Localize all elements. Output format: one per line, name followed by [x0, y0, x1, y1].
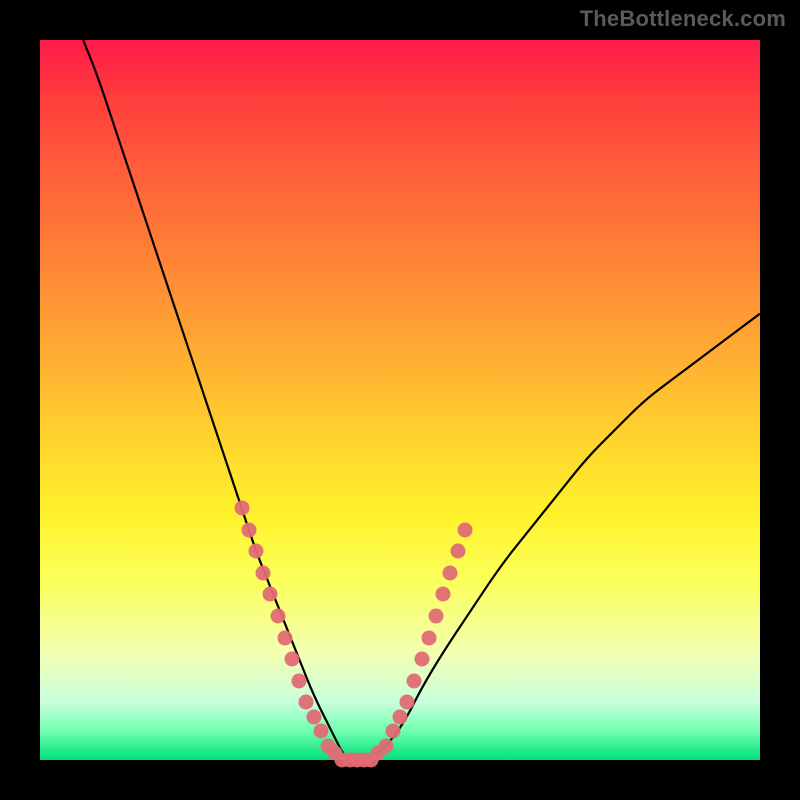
highlight-dot [400, 695, 415, 710]
highlight-dot [385, 724, 400, 739]
highlight-dot [414, 652, 429, 667]
highlight-dot [292, 673, 307, 688]
highlight-dot [299, 695, 314, 710]
curve-svg [40, 40, 760, 760]
chart-container: TheBottleneck.com [0, 0, 800, 800]
highlight-dot [256, 565, 271, 580]
highlight-dot [241, 522, 256, 537]
highlight-dot [378, 738, 393, 753]
highlight-dot [277, 630, 292, 645]
plot-area [40, 40, 760, 760]
highlight-dot [234, 501, 249, 516]
highlight-dot [313, 724, 328, 739]
highlight-dot [421, 630, 436, 645]
highlight-dot [436, 587, 451, 602]
highlight-dot [450, 544, 465, 559]
highlight-dot [249, 544, 264, 559]
highlight-dot [393, 709, 408, 724]
highlight-dot [263, 587, 278, 602]
highlight-dot [285, 652, 300, 667]
highlight-dot [407, 673, 422, 688]
highlight-dot [443, 565, 458, 580]
highlight-dot [270, 609, 285, 624]
highlight-dot [457, 522, 472, 537]
highlight-dot [429, 609, 444, 624]
watermark-text: TheBottleneck.com [580, 6, 786, 32]
highlight-dot [306, 709, 321, 724]
